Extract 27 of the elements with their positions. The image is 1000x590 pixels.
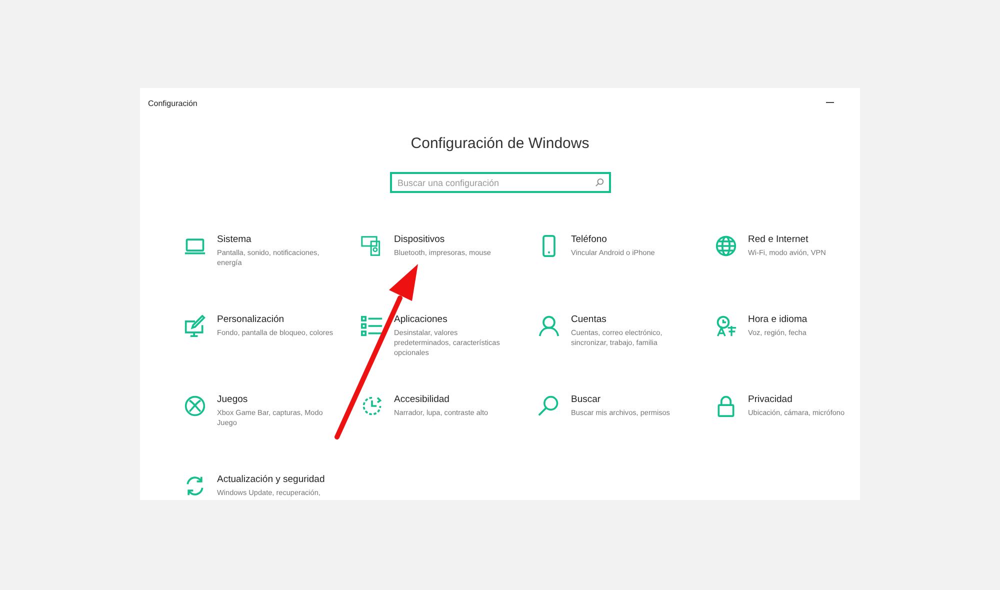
lock-icon[interactable] xyxy=(715,395,737,417)
globe-icon[interactable] xyxy=(715,235,737,257)
category-title[interactable]: Sistema xyxy=(217,234,335,245)
pen-screen-icon[interactable] xyxy=(184,315,206,337)
search-icon[interactable] xyxy=(538,395,560,417)
category-title[interactable]: Red e Internet xyxy=(748,234,866,245)
search-field[interactable]: Buscar una configuración xyxy=(390,172,610,193)
search-icon xyxy=(594,178,604,187)
category-title[interactable]: Accesibilidad xyxy=(394,394,512,405)
category-title[interactable]: Dispositivos xyxy=(394,234,512,245)
page-heading: Configuración de Windows xyxy=(410,135,590,152)
category-title[interactable]: Hora e idioma xyxy=(748,314,866,325)
person-icon[interactable] xyxy=(538,315,560,337)
minimize-icon[interactable] xyxy=(826,102,834,104)
category-title[interactable]: Personalización xyxy=(217,314,335,325)
sync-icon[interactable] xyxy=(184,475,206,497)
list-icon[interactable] xyxy=(361,315,383,337)
category-title[interactable]: Privacidad xyxy=(748,394,866,405)
category-title[interactable]: Actualización y seguridad xyxy=(217,474,335,485)
clock-letter-icon[interactable] xyxy=(715,315,737,337)
category-title[interactable]: Juegos xyxy=(217,394,335,405)
category-title[interactable]: Cuentas xyxy=(571,314,689,325)
category-title[interactable]: Teléfono xyxy=(571,234,689,245)
category-title[interactable]: Buscar xyxy=(571,394,689,405)
accessibility-icon[interactable] xyxy=(361,395,383,417)
category-title[interactable]: Aplicaciones xyxy=(394,314,512,325)
window-title: Configuración xyxy=(148,98,198,108)
